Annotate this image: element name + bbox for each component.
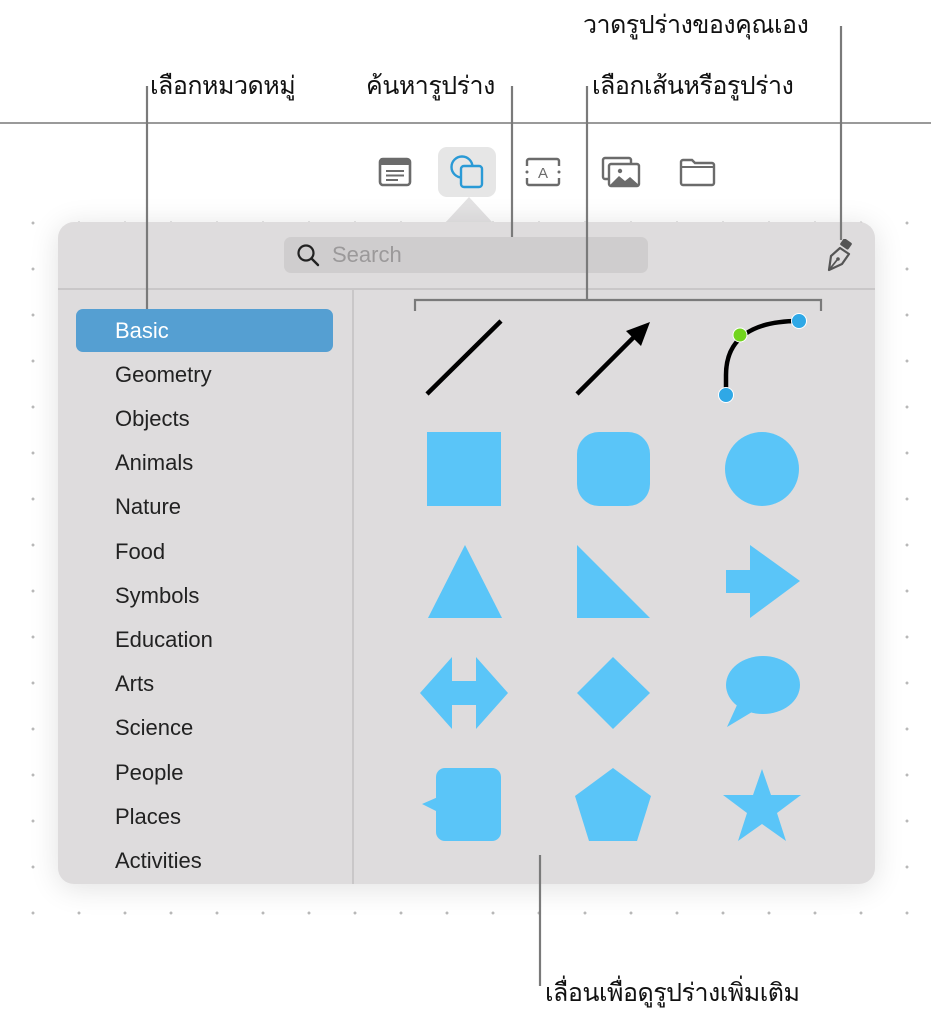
shape-arrow-line[interactable] xyxy=(575,322,650,396)
callout-bracket-shapes xyxy=(413,298,823,311)
shape-line[interactable] xyxy=(425,319,503,396)
shape-star[interactable] xyxy=(723,769,801,841)
shape-right-triangle[interactable] xyxy=(577,545,650,618)
shape-triangle[interactable] xyxy=(428,545,502,618)
shape-right-arrow[interactable] xyxy=(726,545,800,618)
shape-rounded-square[interactable] xyxy=(577,432,650,506)
overlay xyxy=(145,26,843,986)
shape-curve[interactable] xyxy=(718,313,807,403)
shape-speech-bubble[interactable] xyxy=(726,656,800,727)
shape-double-arrow[interactable] xyxy=(420,657,508,729)
shape-pentagon[interactable] xyxy=(575,768,651,841)
shape-callout-square[interactable] xyxy=(422,768,501,841)
shape-diamond[interactable] xyxy=(577,657,650,729)
shape-circle[interactable] xyxy=(725,432,799,506)
shape-square[interactable] xyxy=(427,432,501,506)
